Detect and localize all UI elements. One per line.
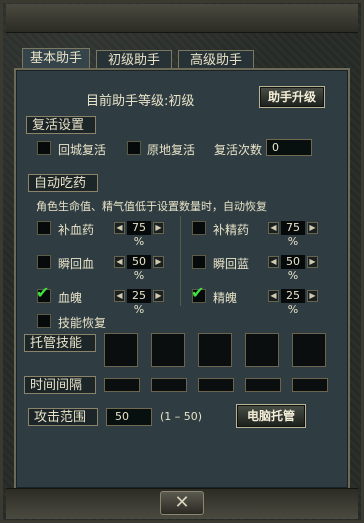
hp-potion-label: 补血药 [58, 223, 95, 237]
revive-count-input[interactable]: 0 [266, 139, 312, 156]
interval-input-1[interactable] [104, 378, 140, 392]
skill-slot-3[interactable] [198, 333, 232, 367]
auto-potion-title: 自动吃药 [28, 174, 98, 192]
close-icon: ✕ [174, 492, 190, 513]
column-divider [180, 216, 181, 306]
instant-hp-value: 50 % [127, 255, 151, 282]
close-button[interactable]: ✕ [160, 491, 204, 515]
hp-potion-increase[interactable]: ▶ [153, 222, 164, 234]
interval-input-3[interactable] [198, 378, 234, 392]
instant-mp-decrease[interactable]: ◀ [268, 256, 279, 268]
instant-mp-increase[interactable]: ▶ [307, 256, 318, 268]
mp-potion-decrease[interactable]: ◀ [268, 222, 279, 234]
skill-restore-label: 技能恢复 [58, 316, 107, 330]
tab-basic[interactable]: 基本助手 [22, 48, 90, 70]
interval-label: 时间间隔 [24, 376, 96, 394]
blood-soul-checkmark-icon: ✔ [36, 283, 50, 302]
hp-potion-decrease[interactable]: ◀ [114, 222, 125, 234]
hp-potion-checkbox[interactable] [37, 221, 51, 235]
instant-mp-checkbox[interactable] [192, 255, 206, 269]
tab-junior[interactable]: 初级助手 [96, 50, 172, 70]
city-revive-checkbox[interactable] [37, 141, 51, 155]
mp-potion-increase[interactable]: ▶ [307, 222, 318, 234]
essence-soul-label: 精魄 [213, 291, 238, 305]
essence-soul-checkmark-icon: ✔ [191, 283, 205, 302]
attack-range-hint: (1 – 50) [160, 410, 203, 423]
level-text: 目前助手等级:初级 [86, 94, 195, 109]
skill-slot-4[interactable] [245, 333, 279, 367]
auto-manage-button[interactable]: 电脑托管 [236, 404, 306, 428]
essence-soul-decrease[interactable]: ◀ [268, 290, 279, 302]
essence-soul-increase[interactable]: ▶ [307, 290, 318, 302]
interval-input-4[interactable] [245, 378, 281, 392]
local-revive-checkbox[interactable] [127, 141, 141, 155]
attack-range-label: 攻击范围 [28, 408, 98, 426]
blood-soul-label: 血魄 [58, 291, 83, 305]
mp-potion-checkbox[interactable] [192, 221, 206, 235]
local-revive-label: 原地复活 [147, 143, 196, 157]
hp-potion-value: 75 % [127, 221, 151, 248]
revive-settings-title: 复活设置 [26, 116, 96, 134]
mp-potion-value: 75 % [281, 221, 305, 248]
tab-senior[interactable]: 高级助手 [178, 50, 254, 70]
mp-potion-label: 补精药 [213, 223, 250, 237]
city-revive-label: 回城复活 [58, 143, 107, 157]
revive-count-label: 复活次数 [214, 143, 263, 157]
instant-hp-increase[interactable]: ▶ [153, 256, 164, 268]
instant-hp-checkbox[interactable] [37, 255, 51, 269]
skill-slot-1[interactable] [104, 333, 138, 367]
instant-hp-decrease[interactable]: ◀ [114, 256, 125, 268]
interval-input-5[interactable] [292, 378, 328, 392]
instant-mp-value: 50 % [281, 255, 305, 282]
skill-slot-5[interactable] [292, 333, 326, 367]
upgrade-button[interactable]: 助手升级 [259, 86, 325, 108]
interval-input-2[interactable] [151, 378, 187, 392]
instant-mp-label: 瞬回蓝 [213, 257, 250, 271]
blood-soul-value: 25 % [127, 289, 151, 316]
skill-slot-2[interactable] [151, 333, 185, 367]
blood-soul-decrease[interactable]: ◀ [114, 290, 125, 302]
essence-soul-value: 25 % [281, 289, 305, 316]
auto-potion-desc: 角色生命值、精气值低于设置数量时，自动恢复 [36, 200, 267, 213]
skill-restore-checkbox[interactable] [37, 314, 51, 328]
instant-hp-label: 瞬回血 [58, 257, 95, 271]
frame-top-ornament [6, 4, 358, 33]
blood-soul-increase[interactable]: ▶ [153, 290, 164, 302]
managed-skills-label: 托管技能 [24, 334, 96, 352]
attack-range-input[interactable]: 50 [106, 408, 152, 426]
